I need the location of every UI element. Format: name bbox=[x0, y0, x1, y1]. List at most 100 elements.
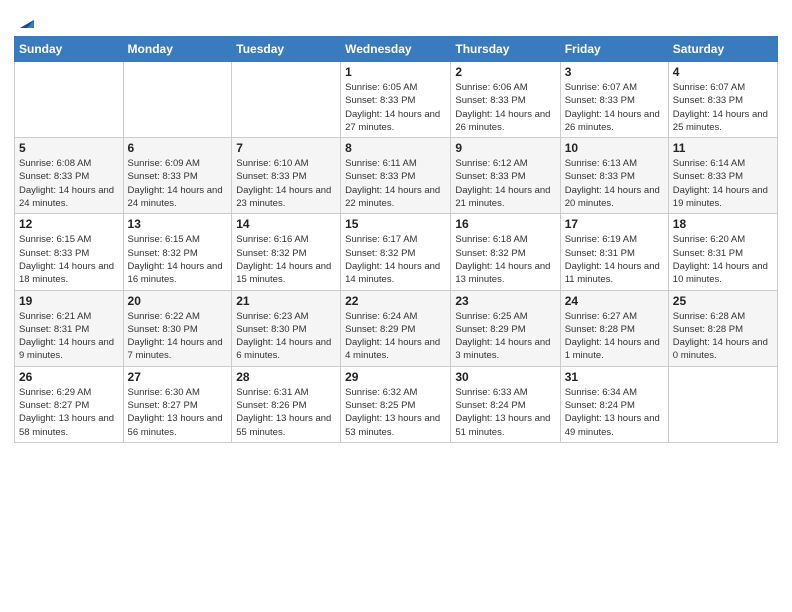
day-number: 5 bbox=[19, 141, 119, 155]
day-number: 21 bbox=[236, 294, 336, 308]
day-info: Sunrise: 6:27 AM Sunset: 8:28 PM Dayligh… bbox=[565, 310, 664, 363]
day-info: Sunrise: 6:25 AM Sunset: 8:29 PM Dayligh… bbox=[455, 310, 555, 363]
day-info: Sunrise: 6:07 AM Sunset: 8:33 PM Dayligh… bbox=[673, 81, 773, 134]
calendar-header-friday: Friday bbox=[560, 37, 668, 62]
calendar-cell: 2 Sunrise: 6:06 AM Sunset: 8:33 PM Daylig… bbox=[451, 62, 560, 138]
day-info: Sunrise: 6:33 AM Sunset: 8:24 PM Dayligh… bbox=[455, 386, 555, 439]
day-number: 1 bbox=[345, 65, 446, 79]
calendar-week-row: 5 Sunrise: 6:08 AM Sunset: 8:33 PM Daylig… bbox=[15, 138, 778, 214]
calendar-cell: 20 Sunrise: 6:22 AM Sunset: 8:30 PM Dayli… bbox=[123, 290, 232, 366]
day-number: 31 bbox=[565, 370, 664, 384]
calendar-cell bbox=[232, 62, 341, 138]
calendar-cell: 28 Sunrise: 6:31 AM Sunset: 8:26 PM Dayli… bbox=[232, 366, 341, 442]
day-info: Sunrise: 6:10 AM Sunset: 8:33 PM Dayligh… bbox=[236, 157, 336, 210]
calendar-week-row: 26 Sunrise: 6:29 AM Sunset: 8:27 PM Dayli… bbox=[15, 366, 778, 442]
calendar-cell: 24 Sunrise: 6:27 AM Sunset: 8:28 PM Dayli… bbox=[560, 290, 668, 366]
calendar-cell: 27Sunrise: 6:30 AM Sunset: 8:27 PM Dayli… bbox=[123, 366, 232, 442]
day-number: 29 bbox=[345, 370, 446, 384]
day-number: 16 bbox=[455, 217, 555, 231]
calendar-header-sunday: Sunday bbox=[15, 37, 124, 62]
day-number: 30 bbox=[455, 370, 555, 384]
calendar-header-wednesday: Wednesday bbox=[341, 37, 451, 62]
day-number: 3 bbox=[565, 65, 664, 79]
day-number: 17 bbox=[565, 217, 664, 231]
day-number: 2 bbox=[455, 65, 555, 79]
day-info: Sunrise: 6:22 AM Sunset: 8:30 PM Dayligh… bbox=[128, 310, 228, 363]
calendar-cell: 22 Sunrise: 6:24 AM Sunset: 8:29 PM Dayli… bbox=[341, 290, 451, 366]
calendar-cell: 18Sunrise: 6:20 AM Sunset: 8:31 PM Dayli… bbox=[668, 214, 777, 290]
calendar-week-row: 12 Sunrise: 6:15 AM Sunset: 8:33 PM Dayli… bbox=[15, 214, 778, 290]
calendar-cell: 12 Sunrise: 6:15 AM Sunset: 8:33 PM Dayli… bbox=[15, 214, 124, 290]
calendar-cell: 11Sunrise: 6:14 AM Sunset: 8:33 PM Dayli… bbox=[668, 138, 777, 214]
day-info: Sunrise: 6:15 AM Sunset: 8:33 PM Dayligh… bbox=[19, 233, 119, 286]
day-info: Sunrise: 6:15 AM Sunset: 8:32 PM Dayligh… bbox=[128, 233, 228, 286]
calendar-header-monday: Monday bbox=[123, 37, 232, 62]
day-number: 6 bbox=[128, 141, 228, 155]
day-info: Sunrise: 6:18 AM Sunset: 8:32 PM Dayligh… bbox=[455, 233, 555, 286]
calendar-cell: 3 Sunrise: 6:07 AM Sunset: 8:33 PM Daylig… bbox=[560, 62, 668, 138]
day-number: 28 bbox=[236, 370, 336, 384]
day-number: 26 bbox=[19, 370, 119, 384]
calendar-cell: 13 Sunrise: 6:15 AM Sunset: 8:32 PM Dayli… bbox=[123, 214, 232, 290]
day-info: Sunrise: 6:12 AM Sunset: 8:33 PM Dayligh… bbox=[455, 157, 555, 210]
day-number: 20 bbox=[128, 294, 228, 308]
logo-icon bbox=[16, 10, 38, 32]
calendar-cell: 23Sunrise: 6:25 AM Sunset: 8:29 PM Dayli… bbox=[451, 290, 560, 366]
day-info: Sunrise: 6:23 AM Sunset: 8:30 PM Dayligh… bbox=[236, 310, 336, 363]
day-number: 9 bbox=[455, 141, 555, 155]
calendar-cell bbox=[15, 62, 124, 138]
calendar-cell bbox=[123, 62, 232, 138]
day-info: Sunrise: 6:07 AM Sunset: 8:33 PM Dayligh… bbox=[565, 81, 664, 134]
day-info: Sunrise: 6:06 AM Sunset: 8:33 PM Dayligh… bbox=[455, 81, 555, 134]
day-number: 7 bbox=[236, 141, 336, 155]
calendar-cell: 25 Sunrise: 6:28 AM Sunset: 8:28 PM Dayli… bbox=[668, 290, 777, 366]
calendar-header-row: SundayMondayTuesdayWednesdayThursdayFrid… bbox=[15, 37, 778, 62]
calendar-cell: 26 Sunrise: 6:29 AM Sunset: 8:27 PM Dayli… bbox=[15, 366, 124, 442]
day-number: 25 bbox=[673, 294, 773, 308]
day-info: Sunrise: 6:21 AM Sunset: 8:31 PM Dayligh… bbox=[19, 310, 119, 363]
calendar-cell: 10Sunrise: 6:13 AM Sunset: 8:33 PM Dayli… bbox=[560, 138, 668, 214]
calendar-week-row: 1Sunrise: 6:05 AM Sunset: 8:33 PM Daylig… bbox=[15, 62, 778, 138]
day-info: Sunrise: 6:19 AM Sunset: 8:31 PM Dayligh… bbox=[565, 233, 664, 286]
day-number: 15 bbox=[345, 217, 446, 231]
day-number: 8 bbox=[345, 141, 446, 155]
day-number: 13 bbox=[128, 217, 228, 231]
page: SundayMondayTuesdayWednesdayThursdayFrid… bbox=[0, 0, 792, 612]
header bbox=[14, 10, 778, 28]
day-info: Sunrise: 6:13 AM Sunset: 8:33 PM Dayligh… bbox=[565, 157, 664, 210]
calendar-cell: 16 Sunrise: 6:18 AM Sunset: 8:32 PM Dayli… bbox=[451, 214, 560, 290]
day-info: Sunrise: 6:24 AM Sunset: 8:29 PM Dayligh… bbox=[345, 310, 446, 363]
calendar-cell: 4 Sunrise: 6:07 AM Sunset: 8:33 PM Daylig… bbox=[668, 62, 777, 138]
calendar-cell: 19Sunrise: 6:21 AM Sunset: 8:31 PM Dayli… bbox=[15, 290, 124, 366]
day-number: 14 bbox=[236, 217, 336, 231]
day-info: Sunrise: 6:32 AM Sunset: 8:25 PM Dayligh… bbox=[345, 386, 446, 439]
day-info: Sunrise: 6:29 AM Sunset: 8:27 PM Dayligh… bbox=[19, 386, 119, 439]
day-number: 11 bbox=[673, 141, 773, 155]
day-number: 22 bbox=[345, 294, 446, 308]
day-info: Sunrise: 6:17 AM Sunset: 8:32 PM Dayligh… bbox=[345, 233, 446, 286]
day-info: Sunrise: 6:09 AM Sunset: 8:33 PM Dayligh… bbox=[128, 157, 228, 210]
calendar-cell: 30 Sunrise: 6:33 AM Sunset: 8:24 PM Dayli… bbox=[451, 366, 560, 442]
calendar-cell: 14Sunrise: 6:16 AM Sunset: 8:32 PM Dayli… bbox=[232, 214, 341, 290]
calendar-cell: 8 Sunrise: 6:11 AM Sunset: 8:33 PM Daylig… bbox=[341, 138, 451, 214]
calendar-table: SundayMondayTuesdayWednesdayThursdayFrid… bbox=[14, 36, 778, 443]
calendar-cell: 17 Sunrise: 6:19 AM Sunset: 8:31 PM Dayli… bbox=[560, 214, 668, 290]
calendar-week-row: 19Sunrise: 6:21 AM Sunset: 8:31 PM Dayli… bbox=[15, 290, 778, 366]
day-number: 24 bbox=[565, 294, 664, 308]
day-info: Sunrise: 6:34 AM Sunset: 8:24 PM Dayligh… bbox=[565, 386, 664, 439]
day-number: 12 bbox=[19, 217, 119, 231]
calendar-cell: 15 Sunrise: 6:17 AM Sunset: 8:32 PM Dayli… bbox=[341, 214, 451, 290]
calendar-cell: 31 Sunrise: 6:34 AM Sunset: 8:24 PM Dayli… bbox=[560, 366, 668, 442]
calendar-cell: 7 Sunrise: 6:10 AM Sunset: 8:33 PM Daylig… bbox=[232, 138, 341, 214]
calendar-cell: 6 Sunrise: 6:09 AM Sunset: 8:33 PM Daylig… bbox=[123, 138, 232, 214]
day-info: Sunrise: 6:31 AM Sunset: 8:26 PM Dayligh… bbox=[236, 386, 336, 439]
day-info: Sunrise: 6:11 AM Sunset: 8:33 PM Dayligh… bbox=[345, 157, 446, 210]
calendar-cell: 29 Sunrise: 6:32 AM Sunset: 8:25 PM Dayli… bbox=[341, 366, 451, 442]
calendar-cell bbox=[668, 366, 777, 442]
day-number: 4 bbox=[673, 65, 773, 79]
calendar-cell: 5 Sunrise: 6:08 AM Sunset: 8:33 PM Daylig… bbox=[15, 138, 124, 214]
day-info: Sunrise: 6:08 AM Sunset: 8:33 PM Dayligh… bbox=[19, 157, 119, 210]
calendar-cell: 1Sunrise: 6:05 AM Sunset: 8:33 PM Daylig… bbox=[341, 62, 451, 138]
day-info: Sunrise: 6:28 AM Sunset: 8:28 PM Dayligh… bbox=[673, 310, 773, 363]
calendar-header-thursday: Thursday bbox=[451, 37, 560, 62]
